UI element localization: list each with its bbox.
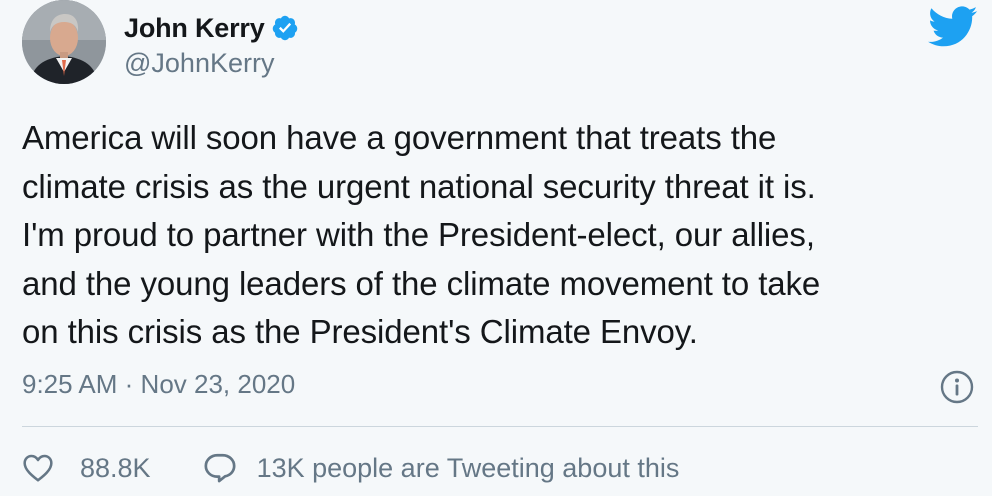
tweet-date[interactable]: Nov 23, 2020 [141, 369, 296, 399]
tweet-timestamp[interactable]: 9:25 AM · Nov 23, 2020 [22, 369, 295, 400]
info-icon[interactable] [940, 370, 974, 404]
like-button[interactable]: 88.8K [22, 453, 151, 484]
twitter-bird-icon[interactable] [928, 6, 978, 48]
profile-photo [22, 0, 106, 84]
tweet-line: America will soon have a government that… [22, 119, 777, 156]
handle[interactable]: @JohnKerry [124, 48, 274, 79]
tweet-line: on this crisis as the President's Climat… [22, 313, 698, 350]
tweet-card: John Kerry @JohnKerry America will soon … [0, 0, 992, 496]
tweet-line: I'm proud to partner with the President-… [22, 216, 815, 253]
conversation-text[interactable]: 13K people are Tweeting about this [257, 453, 680, 484]
tweet-actions: 88.8K 13K people are Tweeting about this [22, 446, 679, 490]
tweet-text: America will soon have a government that… [22, 114, 972, 357]
divider [22, 426, 978, 427]
conversation-link[interactable]: 13K people are Tweeting about this [203, 452, 680, 484]
speech-bubble-icon [204, 453, 236, 483]
timestamp-separator: · [124, 369, 134, 399]
tweet-line: and the young leaders of the climate mov… [22, 264, 821, 302]
display-name[interactable]: John Kerry [124, 13, 265, 44]
heart-icon [23, 454, 53, 482]
author-name-row[interactable]: John Kerry [124, 11, 299, 45]
tweet-line: climate crisis as the urgent national se… [22, 167, 816, 205]
tweet-time[interactable]: 9:25 AM [22, 369, 117, 399]
verified-badge-icon [272, 15, 297, 41]
avatar[interactable] [22, 0, 106, 84]
like-count: 88.8K [80, 452, 151, 483]
